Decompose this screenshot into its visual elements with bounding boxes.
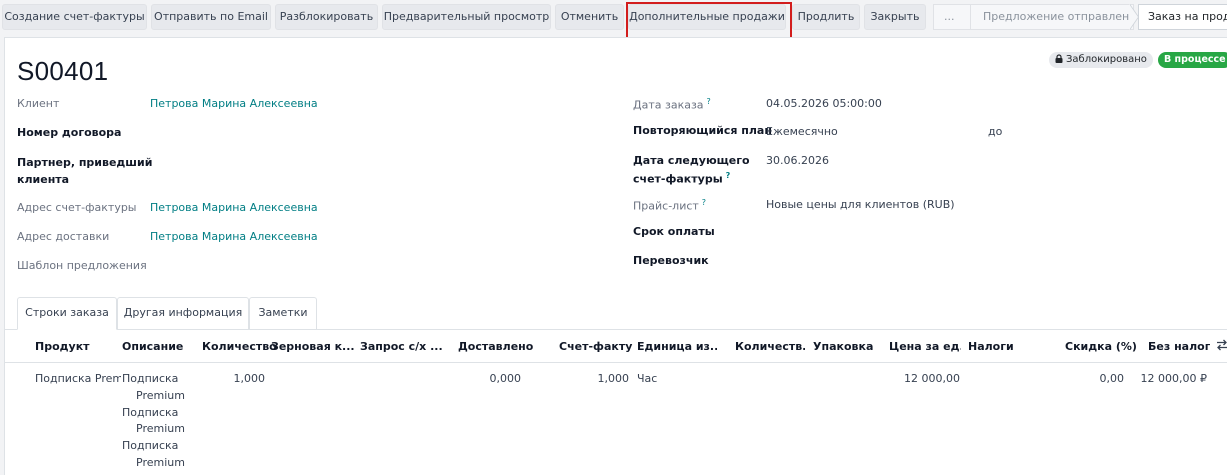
recurring-until-label: до [988, 125, 1003, 138]
row-invoiced-cell[interactable]: 1,000 [569, 372, 630, 385]
optional-columns-icon[interactable] [1216, 339, 1227, 354]
delivery-address-label: Адрес доставки [17, 230, 110, 243]
help-tooltip-icon[interactable]: ? [707, 97, 711, 106]
row-discount-cell[interactable]: 0,00 [1065, 372, 1125, 385]
locked-badge: Заблокировано [1049, 52, 1153, 68]
column-header-description[interactable]: Описание [122, 340, 183, 353]
lock-icon [1055, 53, 1063, 63]
row-unit-price-cell[interactable]: 12 000,00 [885, 372, 960, 385]
contract-number-label: Номер договора [17, 126, 122, 139]
pricelist-field[interactable]: Новые цены для клиентов (RUB) [766, 198, 955, 211]
delivery-address-field[interactable]: Петрова Марина Алексеевна [150, 230, 318, 243]
next-invoice-date-field[interactable]: 30.06.2026 [766, 154, 829, 167]
column-header-subtotal[interactable]: Без налога. [1148, 340, 1210, 353]
customer-label: Клиент [17, 97, 60, 110]
preview-button[interactable]: Предварительный просмотр [382, 4, 551, 30]
help-tooltip-icon[interactable]: ? [726, 171, 731, 180]
carrier-label: Перевозчик [633, 254, 709, 267]
column-header-taxes[interactable]: Налоги [968, 340, 1014, 353]
row-quantity-cell[interactable]: 1,000 [205, 372, 266, 385]
status-more-button[interactable]: ... [933, 4, 973, 30]
invoice-address-field[interactable]: Петрова Марина Алексеевна [150, 201, 318, 214]
column-header-unit-price[interactable]: Цена за ед... [889, 340, 961, 353]
tab-notes[interactable]: Заметки [249, 297, 317, 329]
upsell-button[interactable]: Дополнительные продажи [628, 4, 786, 30]
column-header-delivered[interactable]: Доставлено [458, 340, 533, 353]
column-header-uom[interactable]: Единица из... [637, 340, 717, 353]
description-line: Подписка [122, 439, 179, 453]
description-line: Premium [136, 422, 185, 436]
stage-quotation-sent[interactable]: Предложение отправлено [970, 4, 1136, 30]
invoice-address-label: Адрес счет-фактуры [17, 201, 137, 214]
create-invoice-button[interactable]: Создание счет-фактуры [2, 4, 147, 30]
next-invoice-label-line2: счет-фактуры? [633, 171, 731, 186]
state-badge: В процессе [1158, 52, 1227, 68]
column-header-discount[interactable]: Скидка (%) [1065, 340, 1137, 353]
header-divider [5, 362, 1227, 363]
description-line: Подписка [122, 405, 179, 419]
stage-sales-order[interactable]: Заказ на прода [1138, 4, 1227, 30]
description-line: Подписка [122, 372, 179, 385]
recurring-plan-field[interactable]: Ежемесячно [766, 125, 838, 138]
tab-divider [5, 329, 1227, 330]
close-button[interactable]: Закрыть [864, 4, 926, 30]
column-header-packaging-qty[interactable]: Количеств... [735, 340, 805, 353]
column-header-grain[interactable]: Зерновая к... [271, 340, 359, 353]
quote-template-label: Шаблон предложения [17, 259, 147, 272]
unlock-button[interactable]: Разблокировать [275, 4, 378, 30]
row-uom-cell[interactable]: Час [637, 372, 657, 385]
referrer-label-line2: клиента [17, 173, 70, 186]
tab-other-info[interactable]: Другая информация [117, 297, 249, 329]
locked-label: Заблокировано [1066, 54, 1147, 65]
column-header-invoiced[interactable]: Счет-факту... [559, 340, 633, 353]
help-tooltip-icon[interactable]: ? [702, 198, 706, 207]
pricelist-label: Прайс-лист? [633, 198, 707, 213]
column-header-product[interactable]: Продукт [35, 340, 90, 353]
control-panel: Создание счет-фактуры Отправить по Email… [0, 0, 1227, 44]
payment-terms-label: Срок оплаты [633, 225, 715, 238]
stage-arrow-inner [1129, 4, 1138, 30]
next-invoice-label-line1: Дата следующего [633, 154, 750, 167]
form-sheet: S00401 Заблокировано В процессе Клиент П… [4, 37, 1227, 475]
recurring-plan-label: Повторяющийся план [633, 124, 772, 137]
row-delivered-cell[interactable]: 0,000 [460, 372, 522, 385]
cancel-button[interactable]: Отменить [555, 4, 624, 30]
tab-order-lines[interactable]: Строки заказа [17, 297, 117, 330]
referrer-label-line1: Партнер, приведший [17, 156, 153, 169]
order-date-label: Дата заказа? [633, 97, 711, 112]
renew-button[interactable]: Продлить [792, 4, 860, 30]
description-line: Premium [136, 455, 185, 469]
column-header-farm-request[interactable]: Запрос с/х ... [360, 340, 450, 353]
record-title: S00401 [17, 56, 109, 86]
column-header-packaging[interactable]: Упаковка [813, 340, 873, 353]
row-product-cell[interactable]: Подписка Premium [35, 372, 121, 385]
send-email-button[interactable]: Отправить по Email [151, 4, 271, 30]
column-header-quantity[interactable]: Количество [202, 340, 277, 353]
row-description-cell[interactable]: Подписка Premium Подписка Premium Подпис… [122, 371, 192, 472]
description-line: Premium [136, 388, 185, 402]
customer-field[interactable]: Петрова Марина Алексеевна [150, 97, 318, 110]
row-subtotal-cell: 12 000,00 ₽ [1140, 372, 1207, 385]
order-date-field[interactable]: 04.05.2026 05:00:00 [766, 97, 882, 110]
